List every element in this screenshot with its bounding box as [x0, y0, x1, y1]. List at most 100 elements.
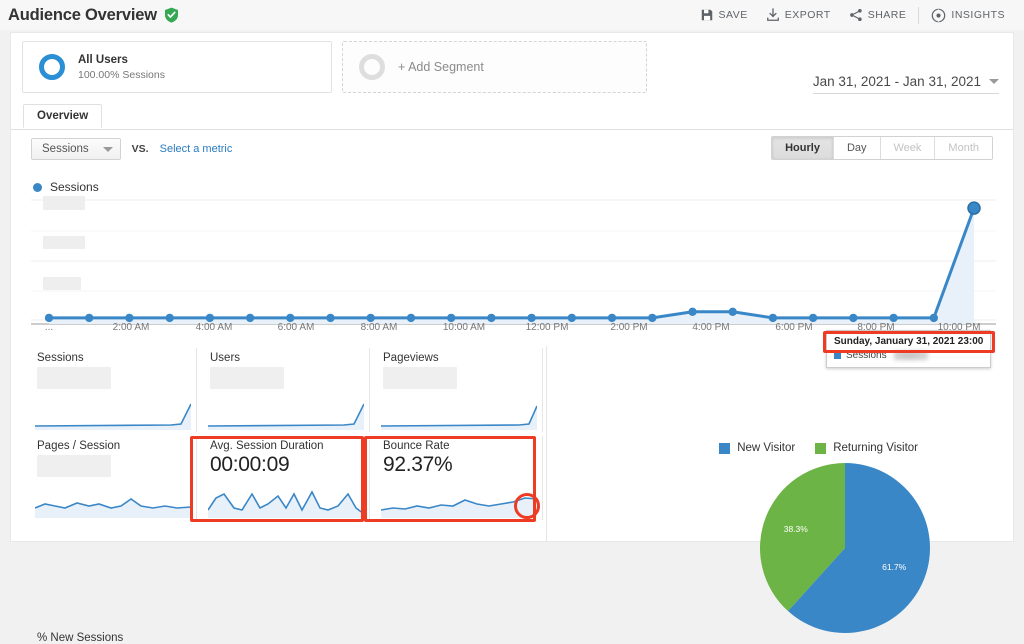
x-tick: 6:00 PM [775, 322, 813, 333]
chart-point-highlighted[interactable] [967, 201, 981, 215]
metric-card-users[interactable]: Users [198, 348, 370, 432]
segment-all-users[interactable]: All Users 100.00% Sessions [22, 41, 332, 93]
tab-overview[interactable]: Overview [23, 104, 103, 128]
metric-card-title: Bounce Rate [383, 440, 450, 452]
chart-point[interactable] [889, 313, 898, 323]
granularity-hourly[interactable]: Hourly [772, 137, 834, 159]
vs-label: VS. [131, 143, 149, 155]
chart-point[interactable] [929, 313, 938, 323]
metric-card-title: Avg. Session Duration [210, 440, 324, 452]
legend-swatch-new-visitor [719, 442, 731, 454]
chart-point[interactable] [125, 313, 134, 323]
tab-strip: Overview [11, 104, 1013, 130]
metric-card-pageviews[interactable]: Pageviews [371, 348, 543, 432]
share-icon [849, 8, 862, 22]
tooltip-title: Sunday, January 31, 2021 23:00 [834, 336, 984, 347]
metric-controls: Sessions VS. Select a metric [31, 138, 232, 160]
granularity-week: Week [880, 137, 936, 159]
share-label: SHARE [867, 9, 907, 21]
pie-label-returning-visitor: 38.3% [784, 524, 809, 534]
segment-subtitle: 100.00% Sessions [78, 68, 165, 81]
metric-card-title: % New Sessions [37, 632, 124, 644]
chart-point[interactable] [165, 313, 174, 323]
add-segment-button[interactable]: + Add Segment [342, 41, 647, 93]
primary-metric-value: Sessions [42, 143, 89, 155]
add-segment-label: + Add Segment [398, 60, 484, 74]
chart-point[interactable] [768, 313, 778, 323]
line-chart-svg [31, 199, 996, 325]
chart-point[interactable] [607, 313, 617, 323]
chart-point[interactable] [406, 313, 416, 323]
granularity-day[interactable]: Day [833, 137, 881, 159]
share-button[interactable]: SHARE [840, 5, 916, 25]
chart-point[interactable] [688, 307, 697, 316]
save-button[interactable]: SAVE [691, 5, 757, 25]
chart-point[interactable] [487, 313, 496, 323]
chart-point[interactable] [44, 313, 54, 323]
page-title: Audience Overview [8, 5, 157, 24]
sparkline-flat-rising [208, 403, 364, 430]
x-tick: 4:00 AM [195, 322, 233, 333]
metric-card-pages-per-session[interactable]: Pages / Session [25, 436, 197, 520]
chart-point[interactable] [567, 313, 576, 323]
chart-point[interactable] [85, 313, 94, 323]
metric-card-title: Users [210, 352, 241, 364]
x-tick: 8:00 AM [360, 322, 398, 333]
legend-label: New Visitor [737, 442, 796, 454]
segment-name: All Users [78, 53, 128, 66]
metric-value-redacted [383, 367, 457, 389]
metric-card-avg-session-duration[interactable]: Avg. Session Duration 00:00:09 [198, 436, 370, 520]
granularity-toggle-group: Hourly Day Week Month [771, 136, 993, 160]
chart-point[interactable] [728, 307, 737, 316]
metric-card-value: 92.37% [383, 453, 453, 476]
chart-point[interactable] [648, 313, 657, 323]
sparkline-jagged [208, 490, 364, 518]
chart-point[interactable] [326, 313, 335, 323]
sessions-line-chart[interactable] [31, 196, 996, 330]
date-range-picker[interactable]: Jan 31, 2021 - Jan 31, 2021 [812, 74, 999, 94]
main-panel: Overview Sessions VS. Select a metric Ho… [10, 100, 1014, 644]
pie-chart-legend: New Visitor Returning Visitor [719, 442, 918, 454]
sparkline-flat-rising [35, 403, 191, 430]
legend-item-new-visitor[interactable]: New Visitor [719, 442, 795, 454]
select-metric-link[interactable]: Select a metric [160, 143, 233, 155]
save-icon [701, 9, 712, 21]
chart-point[interactable] [849, 313, 858, 323]
chevron-down-icon [989, 79, 999, 84]
chart-point[interactable] [286, 313, 295, 323]
tooltip-swatch-icon [834, 352, 841, 359]
top-bar: Audience Overview SAVE EXPORT SHARE INSI… [0, 0, 1024, 30]
chart-point[interactable] [447, 313, 456, 323]
pie-label-new-visitor: 61.7% [882, 562, 907, 572]
add-segment-ring-icon [359, 54, 385, 80]
verified-shield-icon [164, 7, 178, 23]
export-button[interactable]: EXPORT [757, 5, 840, 25]
y-axis-label-redacted-1 [43, 196, 85, 210]
chart-point[interactable] [366, 313, 375, 323]
metric-card-sessions[interactable]: Sessions [25, 348, 197, 432]
legend-item-returning-visitor[interactable]: Returning Visitor [815, 442, 918, 454]
y-axis-label-redacted-3 [43, 277, 81, 290]
new-vs-returning-pie-chart[interactable]: 61.7% 38.3% [759, 462, 931, 634]
save-label: SAVE [718, 9, 748, 21]
chart-point[interactable] [205, 313, 215, 323]
insights-button[interactable]: INSIGHTS [922, 5, 1014, 26]
metric-card-title: Sessions [37, 352, 84, 364]
segment-ring-icon [39, 54, 65, 80]
insights-label: INSIGHTS [951, 9, 1005, 21]
tooltip-metric-row: Sessions [834, 350, 983, 361]
sparkline-rising-wave [381, 497, 537, 518]
chart-series-legend: Sessions [33, 180, 99, 194]
export-label: EXPORT [784, 9, 831, 21]
chart-point[interactable] [808, 313, 818, 323]
export-icon [766, 8, 779, 21]
primary-metric-select[interactable]: Sessions [31, 138, 121, 160]
granularity-month: Month [935, 137, 992, 159]
chart-point[interactable] [245, 313, 255, 323]
sparkline-wavy [35, 498, 191, 518]
metric-card-bounce-rate[interactable]: Bounce Rate 92.37% [371, 436, 543, 520]
date-range-label: Jan 31, 2021 - Jan 31, 2021 [812, 74, 981, 89]
legend-label: Returning Visitor [833, 442, 918, 454]
chart-point[interactable] [527, 313, 536, 323]
chart-tooltip: Sunday, January 31, 2021 23:00 Sessions [826, 330, 991, 368]
